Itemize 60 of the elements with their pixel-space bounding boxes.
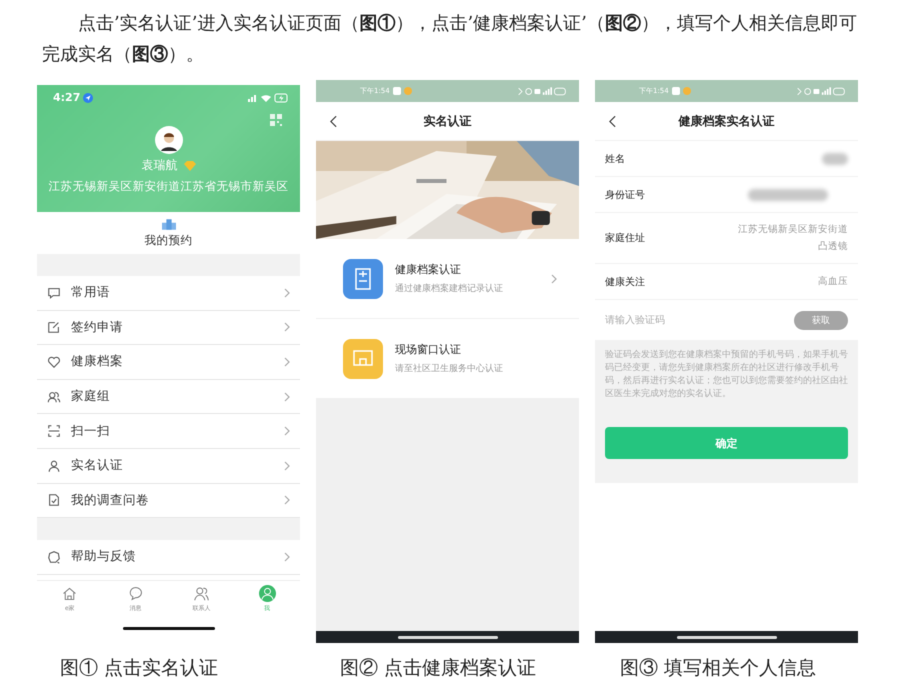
field-label: 家庭住址 bbox=[605, 232, 646, 245]
chat-icon bbox=[47, 286, 61, 300]
people-icon bbox=[47, 390, 61, 404]
auth-option[interactable]: 健康档案认证 通过健康档案建档记录认证 bbox=[316, 239, 579, 319]
figure-caption: 图① 点击实名认证 bbox=[60, 656, 220, 681]
chat-icon bbox=[127, 585, 144, 602]
chevron-icon bbox=[551, 274, 557, 284]
chevron-icon bbox=[284, 288, 290, 298]
home-icon bbox=[61, 585, 78, 602]
contacts-icon bbox=[192, 585, 210, 602]
person-icon bbox=[258, 585, 276, 602]
notification-icons bbox=[392, 87, 413, 95]
field-value: 江苏无锡新吴区新安街道 凸透镜 bbox=[737, 223, 848, 254]
heart-icon bbox=[47, 354, 61, 369]
edit-icon bbox=[47, 320, 61, 334]
option-subtitle: 通过健康档案建档记录认证 bbox=[395, 282, 504, 295]
note-text: 验证码会发送到您在健康档案中预留的手机号码，如果手机号码已经变更，请您先到健康档案所在的社区进行修改手机号码，然后再进行实名认证；您也可以到您需要签约的社区由社区医生来完成对您的实名认证。 bbox=[605, 349, 848, 401]
field-value: 高血压 bbox=[817, 275, 848, 289]
notification-icons bbox=[672, 87, 692, 95]
status-icons bbox=[517, 86, 567, 96]
figure-caption: 图③ 填写相关个人信息 bbox=[620, 656, 818, 681]
menu-item[interactable]: 常用语 bbox=[37, 276, 300, 311]
scan-icon bbox=[47, 424, 61, 438]
menu-item[interactable]: 实名认证 bbox=[37, 448, 300, 484]
diamond-icon bbox=[184, 160, 196, 170]
avatar bbox=[154, 126, 182, 154]
option-title: 现场窗口认证 bbox=[395, 342, 462, 357]
chevron-icon bbox=[284, 495, 290, 506]
back-icon[interactable] bbox=[330, 114, 337, 128]
location-icon bbox=[83, 92, 94, 102]
field-label: 健康关注 bbox=[605, 276, 646, 288]
option-title: 健康档案认证 bbox=[395, 262, 462, 277]
building-icon bbox=[162, 218, 176, 230]
chevron-icon bbox=[284, 356, 290, 367]
checklist-icon bbox=[47, 493, 61, 508]
chevron-icon bbox=[284, 552, 290, 562]
intro-paragraph: 点击’实名认证’进入实名认证页面（图①），点击’健康档案认证’（图②），填写个人相关信息即可完成实名（图③）。 bbox=[41, 12, 858, 67]
redaction-blur bbox=[822, 152, 848, 164]
status-time: 4:27 bbox=[53, 91, 80, 104]
back-icon[interactable] bbox=[609, 114, 616, 128]
figure-caption: 图② 点击健康档案认证 bbox=[340, 656, 538, 681]
page-title: 健康档案实名认证 bbox=[678, 112, 774, 130]
chevron-icon bbox=[284, 392, 290, 402]
page-title: 实名认证 bbox=[424, 112, 472, 130]
user-address: 江苏无锡新吴区新安街道江苏省无锡市新吴区 bbox=[48, 179, 288, 194]
option-subtitle: 请至社区卫生服务中心认证 bbox=[395, 362, 504, 375]
field-label: 身份证号 bbox=[605, 188, 646, 202]
chevron-icon bbox=[284, 460, 290, 471]
field-label: 姓名 bbox=[605, 152, 626, 166]
chevron-icon bbox=[284, 426, 290, 436]
menu-item[interactable]: 健康档案 bbox=[37, 345, 300, 380]
chevron-icon bbox=[284, 322, 290, 332]
person-icon bbox=[47, 458, 61, 473]
user-name: 袁瑞航 bbox=[142, 157, 178, 174]
status-icons bbox=[796, 86, 846, 96]
menu-item[interactable]: 扫一扫 bbox=[37, 414, 300, 449]
menu-item[interactable]: 家庭组 bbox=[37, 380, 300, 414]
status-icons bbox=[246, 92, 290, 102]
menu-item[interactable]: 签约申请 bbox=[37, 310, 300, 346]
menu-item[interactable]: 帮助与反馈 bbox=[37, 540, 300, 575]
